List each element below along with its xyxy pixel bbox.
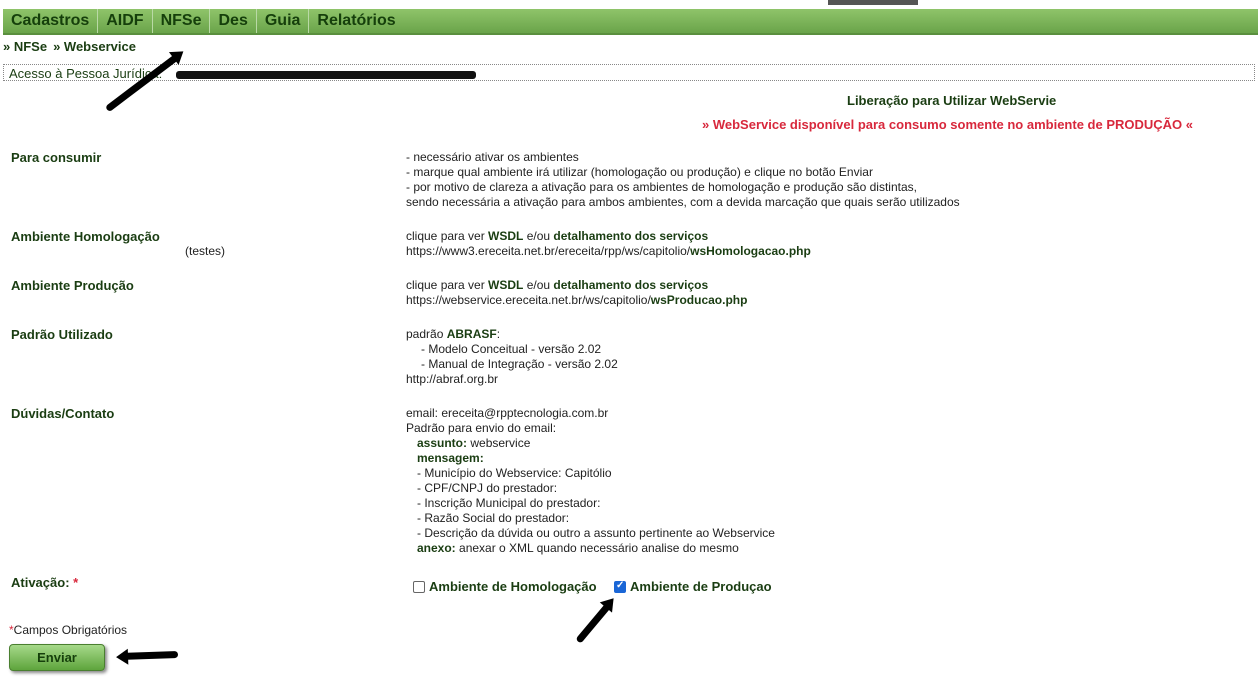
homologacao-url-file: wsHomologacao.php	[690, 244, 811, 258]
duvidas-anexo-value: anexar o XML quando necessário analise d…	[455, 541, 739, 555]
menu-item-cadastros[interactable]: Cadastros	[3, 9, 99, 33]
producao-wsdl-link[interactable]: WSDL	[488, 278, 523, 292]
padrao-suffix: :	[496, 327, 501, 341]
enviar-button[interactable]: Enviar	[9, 644, 105, 671]
homologacao-checkbox-label[interactable]: Ambiente de Homologação	[429, 579, 597, 594]
padrao-line: - Manual de Integração - versão 2.02	[421, 357, 618, 371]
homologacao-wsdl-link[interactable]: WSDL	[488, 229, 523, 243]
producao-checkbox[interactable]	[614, 580, 626, 593]
padrao-link[interactable]: http://abraf.org.br	[406, 372, 618, 387]
homologacao-text: clique para ver WSDL e/ou detalhamento d…	[406, 229, 811, 259]
consumir-line: - marque qual ambiente irá utilizar (hom…	[406, 165, 873, 179]
access-label: Acesso à Pessoa Jurídica:	[9, 66, 163, 81]
production-warning: » WebService disponível para consumo som…	[702, 117, 1193, 132]
producao-label: Ambiente Produção	[11, 278, 134, 293]
annotation-arrow-icon	[104, 52, 181, 113]
menu-item-guia[interactable]: Guia	[257, 9, 310, 33]
required-marker: *	[73, 575, 79, 590]
duvidas-item: - CPF/CNPJ do prestador:	[417, 481, 558, 495]
breadcrumb-nfse[interactable]: » NFSe	[3, 39, 47, 54]
duvidas-assunto-label: assunto:	[417, 436, 468, 450]
homologacao-url: https://www3.ereceita.net.br/ereceita/rp…	[406, 244, 691, 258]
breadcrumb-webservice[interactable]: » Webservice	[53, 39, 136, 54]
homologacao-prefix: clique para ver	[406, 229, 489, 243]
duvidas-email: email: ereceita@rpptecnologia.com.br	[406, 406, 609, 420]
duvidas-mensagem-label: mensagem:	[417, 451, 484, 465]
duvidas-label: Dúvidas/Contato	[11, 406, 115, 421]
header-image-strip	[828, 0, 918, 5]
producao-detalhe-link[interactable]: detalhamento dos serviços	[553, 278, 708, 292]
duvidas-item: - Descrição da dúvida ou outro a assunto…	[417, 526, 775, 540]
homologacao-detalhe-link[interactable]: detalhamento dos serviços	[553, 229, 708, 243]
consumir-line: - por motivo de clareza a ativação para …	[406, 180, 917, 194]
duvidas-item: - Inscrição Municipal do prestador:	[417, 496, 601, 510]
homologacao-mid: e/ou	[523, 229, 554, 243]
menu-item-nfse[interactable]: NFSe	[153, 9, 211, 33]
producao-mid: e/ou	[523, 278, 554, 292]
consumir-line: sendo necessária a ativação para ambos a…	[406, 195, 960, 209]
padrao-label: Padrão Utilizado	[11, 327, 113, 342]
duvidas-anexo-label: anexo:	[417, 541, 456, 555]
producao-checkbox-row[interactable]: Ambiente de Produçao	[614, 579, 772, 594]
homologacao-checkbox-row[interactable]: Ambiente de Homologação	[413, 579, 597, 594]
producao-url: https://webservice.ereceita.net.br/ws/ca…	[406, 293, 651, 307]
duvidas-text: email: ereceita@rpptecnologia.com.br Pad…	[406, 406, 775, 556]
ativacao-label: Ativação: *	[11, 575, 79, 590]
producao-text: clique para ver WSDL e/ou detalhamento d…	[406, 278, 747, 308]
duvidas-item: - Município do Webservice: Capitólio	[417, 466, 612, 480]
redacted-name	[175, 70, 476, 79]
page-title: Liberação para Utilizar WebServie	[847, 93, 1057, 108]
padrao-prefix: padrão	[406, 327, 447, 341]
padrao-name: ABRASF	[446, 327, 497, 341]
producao-checkbox-label[interactable]: Ambiente de Produçao	[630, 579, 772, 594]
breadcrumb: » NFSe » Webservice	[3, 39, 142, 54]
access-bar: Acesso à Pessoa Jurídica:	[3, 64, 1255, 81]
duvidas-padrao: Padrão para envio do email:	[406, 421, 557, 435]
menu-item-aidf[interactable]: AIDF	[98, 9, 153, 33]
homologacao-label: Ambiente Homologação	[11, 229, 160, 244]
duvidas-assunto-value: webservice	[467, 436, 531, 450]
homologacao-checkbox[interactable]	[413, 580, 425, 593]
menu-item-relatorios[interactable]: Relatórios	[309, 9, 403, 33]
consumir-line: - necessário ativar os ambientes	[406, 150, 579, 164]
annotation-arrow-icon	[121, 651, 179, 660]
duvidas-item: - Razão Social do prestador:	[417, 511, 570, 525]
main-menu: Cadastros AIDF NFSe Des Guia Relatórios	[3, 9, 1258, 35]
annotation-arrow-icon	[575, 600, 613, 644]
padrao-line: - Modelo Conceitual - versão 2.02	[421, 342, 602, 356]
homologacao-sub: (testes)	[185, 244, 226, 258]
padrao-text: padrão ABRASF: - Modelo Conceitual - ver…	[406, 327, 618, 387]
consumir-label: Para consumir	[11, 150, 102, 165]
producao-prefix: clique para ver	[406, 278, 489, 292]
consumir-text: - necessário ativar os ambientes - marqu…	[406, 150, 960, 210]
required-fields-note: *Campos Obrigatórios	[9, 623, 128, 637]
producao-url-file: wsProducao.php	[650, 293, 748, 307]
menu-item-des[interactable]: Des	[210, 9, 257, 33]
